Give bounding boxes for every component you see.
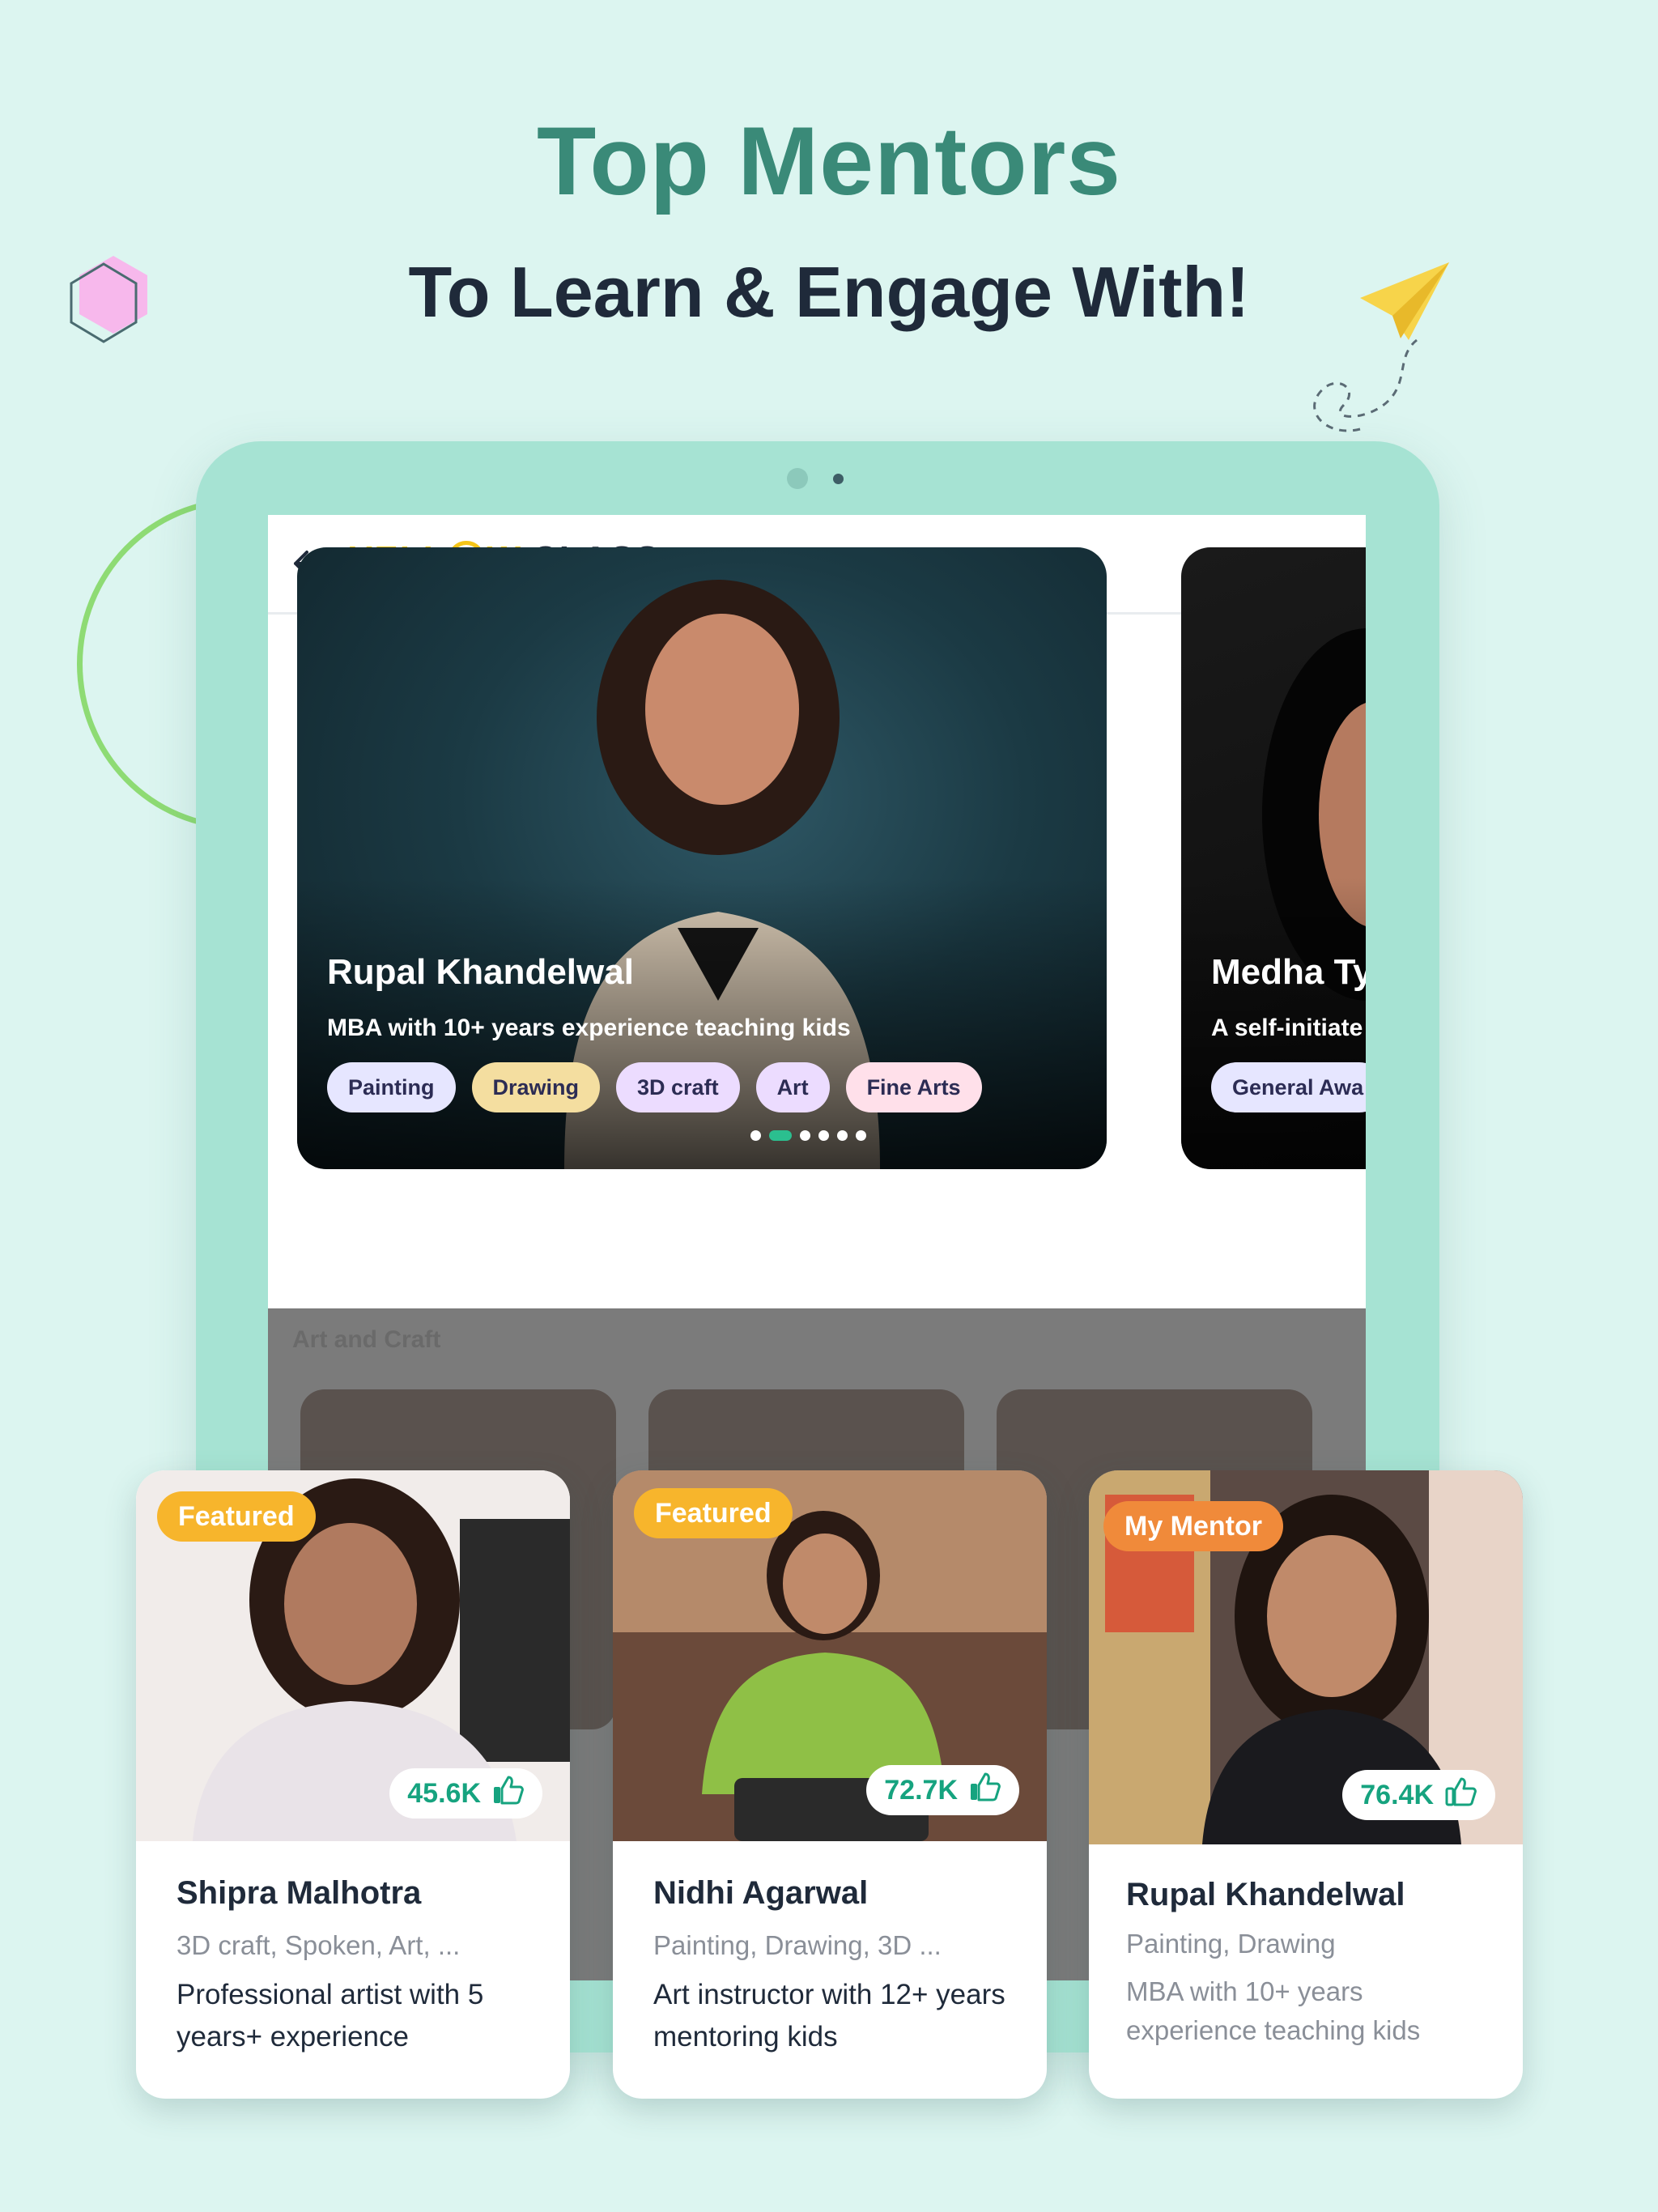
mentor-card[interactable]: Featured 72.7K Nidhi Agarwal Painting, D…	[613, 1470, 1047, 2099]
thumbs-up-icon[interactable]	[492, 1776, 525, 1812]
featured-badge: Featured	[634, 1488, 793, 1538]
chip-painting[interactable]: Painting	[327, 1062, 456, 1112]
carousel-dot[interactable]	[837, 1130, 848, 1141]
chip-fine-arts[interactable]: Fine Arts	[845, 1062, 982, 1112]
mentor-subjects: Painting, Drawing, 3D ...	[653, 1930, 942, 1960]
likes-pill[interactable]: 72.7K	[866, 1765, 1019, 1815]
mentor-carousel-slide[interactable]: Rupal Khandelwal MBA with 10+ years expe…	[297, 547, 1107, 1169]
page-title: Top Mentors	[536, 107, 1122, 215]
thumbs-up-icon[interactable]	[969, 1772, 1001, 1809]
my-mentor-badge: My Mentor	[1103, 1501, 1283, 1551]
hero-mentor-name: Rupal Khandelwal	[327, 952, 634, 992]
carousel-dot-active[interactable]	[769, 1130, 792, 1141]
carousel-dot[interactable]	[856, 1130, 866, 1141]
mentor-card[interactable]: My Mentor 76.4K Rupal Khandelwal Paintin…	[1089, 1470, 1523, 2099]
mentor-carousel-slide-next[interactable]: Medha Ty A self-initiate General Awa	[1181, 547, 1366, 1169]
chip-art[interactable]: Art	[755, 1062, 830, 1112]
subject-chips: Painting Drawing 3D craft Art Fine Arts	[327, 1062, 982, 1112]
carousel-dot[interactable]	[800, 1130, 810, 1141]
likes-count: 72.7K	[884, 1774, 958, 1806]
likes-pill[interactable]: 45.6K	[389, 1768, 542, 1819]
tablet-sensor	[833, 474, 844, 484]
carousel-dot[interactable]	[818, 1130, 829, 1141]
mentor-photo: Featured 45.6K	[136, 1470, 570, 1841]
mentor-name: Shipra Malhotra	[176, 1875, 422, 1911]
hero-mentor-name: Medha Ty	[1211, 952, 1366, 992]
mentor-card[interactable]: Featured 45.6K Shipra Malhotra 3D craft,…	[136, 1470, 570, 2099]
hero-mentor-description: A self-initiate	[1211, 1015, 1363, 1041]
mentor-description: Professional artist with 5 years+ experi…	[176, 1979, 484, 2052]
mentor-name: Rupal Khandelwal	[1126, 1877, 1405, 1912]
page-subtitle: To Learn & Engage With!	[408, 252, 1250, 332]
mentor-subjects: Painting, Drawing	[1126, 1929, 1336, 1959]
tablet-camera	[787, 468, 808, 489]
carousel-pagination	[750, 1130, 866, 1141]
mentor-description: Art instructor with 12+ years mentoring …	[653, 1979, 1005, 2052]
thumbs-up-outline-icon[interactable]	[1445, 1777, 1477, 1814]
likes-pill[interactable]: 76.4K	[1342, 1770, 1495, 1820]
mentor-name: Nidhi Agarwal	[653, 1875, 869, 1911]
mentor-description: MBA with 10+ years experience teaching k…	[1126, 1976, 1421, 2045]
likes-count: 76.4K	[1360, 1779, 1434, 1810]
mentor-photo: My Mentor 76.4K	[1089, 1470, 1523, 1844]
section-title: Art and Craft	[292, 1326, 441, 1353]
chip-3d-craft[interactable]: 3D craft	[616, 1062, 740, 1112]
subject-chips: General Awa	[1211, 1062, 1366, 1112]
mentor-subjects: 3D craft, Spoken, Art, ...	[176, 1930, 461, 1960]
featured-badge: Featured	[157, 1491, 316, 1542]
chip-drawing[interactable]: Drawing	[471, 1062, 601, 1112]
likes-count: 45.6K	[407, 1777, 481, 1809]
chip-general-awareness[interactable]: General Awa	[1211, 1062, 1366, 1112]
carousel-dot[interactable]	[750, 1130, 761, 1141]
mentor-photo: Featured 72.7K	[613, 1470, 1047, 1841]
hero-mentor-description: MBA with 10+ years experience teaching k…	[327, 1015, 851, 1041]
